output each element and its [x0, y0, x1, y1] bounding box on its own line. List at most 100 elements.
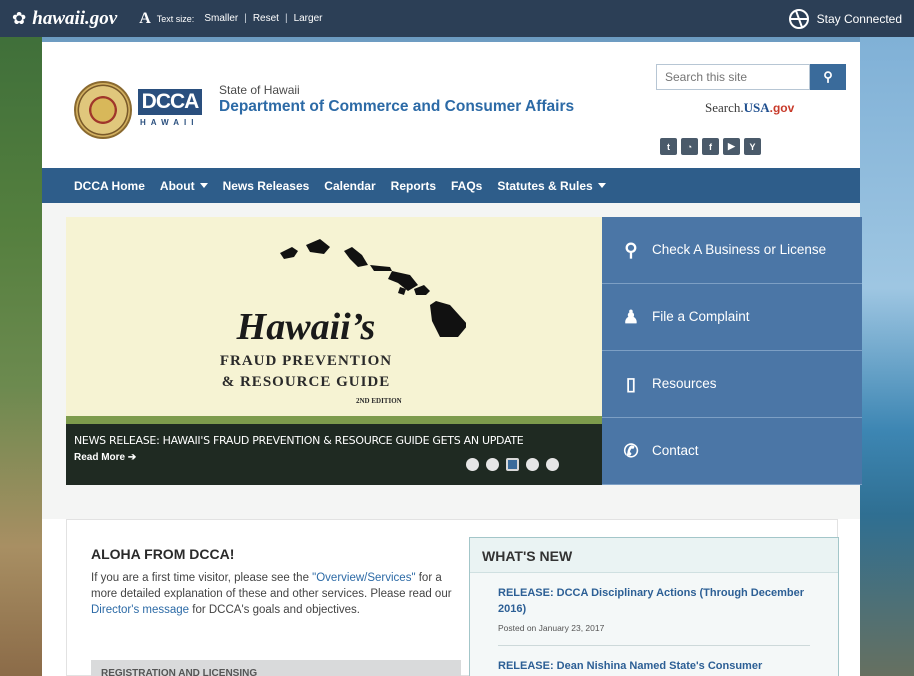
- quicklink-label: Contact: [652, 443, 699, 458]
- read-more-label: Read More: [74, 452, 126, 463]
- news-item-title-link[interactable]: RELEASE: Dean Nishina Named State's Cons…: [498, 658, 810, 674]
- page-container: DCCA HAWAII State of Hawaii Department o…: [42, 42, 862, 676]
- text-smaller-link[interactable]: Smaller: [204, 13, 238, 24]
- news-slider[interactable]: Hawaii’s FRAUD PREVENTION & RESOURCE GUI…: [66, 217, 603, 485]
- text-size-controls: A Text size: Smaller | Reset | Larger: [139, 10, 322, 28]
- quicklink-file-complaint[interactable]: ♟ File a Complaint: [602, 284, 862, 351]
- text-size-icon: A: [139, 9, 151, 27]
- directors-message-link[interactable]: Director's message: [91, 604, 189, 616]
- news-item-date: Posted on January 23, 2017: [498, 623, 605, 633]
- search-usa-prefix: Search.: [705, 100, 744, 115]
- site-search: ⚲: [656, 64, 846, 90]
- slider-dots: [466, 458, 559, 471]
- quicklink-label: File a Complaint: [652, 309, 750, 324]
- hero-section: Hawaii’s FRAUD PREVENTION & RESOURCE GUI…: [42, 203, 862, 519]
- search-icon: ⚲: [823, 69, 833, 84]
- gov-top-bar: ✿ hawaii.gov A Text size: Smaller | Rese…: [0, 0, 914, 37]
- main-nav: DCCA Home About News Releases Calendar R…: [42, 168, 860, 203]
- overview-services-link[interactable]: "Overview/Services": [312, 572, 415, 584]
- slide-caption: NEWS RELEASE: HAWAII'S FRAUD PREVENTION …: [66, 424, 603, 485]
- background-scenery-left: [0, 30, 42, 676]
- slider-dot[interactable]: [466, 458, 479, 471]
- content-section: ALOHA FROM DCCA! If you are a first time…: [66, 519, 839, 676]
- nav-calendar[interactable]: Calendar: [324, 179, 375, 193]
- state-line: State of Hawaii: [219, 83, 300, 97]
- search-icon: ⚲: [624, 239, 638, 260]
- quicklink-contact[interactable]: ✆ Contact: [602, 418, 862, 485]
- slide-caption-headline: NEWS RELEASE: HAWAII'S FRAUD PREVENTION …: [74, 434, 524, 447]
- nav-news-releases[interactable]: News Releases: [223, 179, 310, 193]
- hibiscus-icon: ✿: [12, 8, 27, 28]
- text-larger-link[interactable]: Larger: [294, 13, 323, 24]
- slide-title: Hawaii’s: [236, 306, 376, 348]
- department-title[interactable]: Department of Commerce and Consumer Affa…: [219, 99, 579, 115]
- slider-dot[interactable]: [486, 458, 499, 471]
- document-icon: ▯: [626, 373, 636, 394]
- search-usa-suffix: .gov: [769, 101, 795, 115]
- separator: |: [244, 13, 247, 24]
- quicklink-resources[interactable]: ▯ Resources: [602, 351, 862, 418]
- nav-dcca-home[interactable]: DCCA Home: [74, 179, 145, 193]
- youtube-icon[interactable]: Y: [744, 138, 761, 155]
- nav-statutes-rules[interactable]: Statutes & Rules: [497, 178, 606, 193]
- hawaii-gov-name: hawaii.gov: [32, 7, 118, 29]
- stay-connected-link[interactable]: Stay Connected: [788, 8, 902, 29]
- dcca-logo-text: DCCA: [138, 89, 202, 115]
- text-size-label: Text size:: [156, 13, 195, 24]
- background-scenery-right: [860, 30, 914, 676]
- nav-about[interactable]: About: [160, 179, 208, 193]
- search-usa-mid: USA: [743, 100, 770, 115]
- whats-new-panel: WHAT'S NEW RELEASE: DCCA Disciplinary Ac…: [469, 537, 839, 676]
- globe-icon: [788, 8, 809, 29]
- quicklink-label: Resources: [652, 376, 717, 391]
- people-icon: ♟: [622, 306, 640, 327]
- slide-subtitle-1: FRAUD PREVENTION: [219, 353, 393, 369]
- slider-dot[interactable]: [526, 458, 539, 471]
- quicklink-check-business[interactable]: ⚲ Check A Business or License: [602, 217, 862, 284]
- aloha-text-3: for DCCA's goals and objectives.: [189, 604, 361, 616]
- news-item-title-link[interactable]: RELEASE: DCCA Disciplinary Actions (Thro…: [498, 585, 810, 617]
- state-seal-logo[interactable]: [74, 81, 132, 139]
- slider-dot[interactable]: [546, 458, 559, 471]
- dcca-logo[interactable]: DCCA HAWAII: [138, 89, 202, 127]
- nav-faqs[interactable]: FAQs: [451, 179, 482, 193]
- nav-label: DCCA Home: [74, 178, 145, 193]
- read-more-link[interactable]: Read More ➔: [74, 452, 136, 463]
- phone-icon: ✆: [623, 440, 639, 461]
- nav-reports[interactable]: Reports: [391, 179, 436, 193]
- caret-down-icon: [199, 183, 208, 188]
- arrow-right-icon: ➔: [127, 452, 137, 463]
- registration-licensing-accordion[interactable]: REGISTRATION AND LICENSING: [91, 660, 461, 676]
- nav-label: Calendar: [324, 178, 376, 193]
- hawaii-gov-logo[interactable]: ✿ hawaii.gov: [12, 8, 117, 30]
- slide-subtitle-2: & RESOURCE GUIDE: [221, 374, 391, 390]
- facebook-icon[interactable]: f: [702, 138, 719, 155]
- aloha-paragraph: If you are a first time visitor, please …: [91, 570, 461, 618]
- caret-down-icon: [597, 183, 606, 188]
- aloha-text-1: If you are a first time visitor, please …: [91, 572, 313, 584]
- slider-dot-active[interactable]: [506, 458, 519, 471]
- nav-label: News Releases: [222, 178, 310, 193]
- text-reset-link[interactable]: Reset: [253, 13, 279, 24]
- nav-label: Statutes & Rules: [497, 178, 593, 193]
- rss-icon[interactable]: ◔: [681, 138, 698, 155]
- aloha-section: ALOHA FROM DCCA! If you are a first time…: [91, 546, 461, 618]
- quick-links: ⚲ Check A Business or License ♟ File a C…: [602, 217, 862, 485]
- whats-new-heading: WHAT'S NEW: [470, 538, 838, 573]
- nav-label: Reports: [390, 178, 436, 193]
- search-input[interactable]: [656, 64, 810, 90]
- social-icons: t ◔ f ▶ Y: [660, 138, 761, 155]
- separator: |: [284, 13, 288, 24]
- search-button[interactable]: ⚲: [810, 64, 846, 90]
- dcca-logo-subtext: HAWAII: [140, 118, 199, 127]
- search-usa-logo[interactable]: Search.USA.gov: [705, 100, 794, 116]
- site-header: DCCA HAWAII State of Hawaii Department o…: [42, 42, 860, 168]
- nav-label: About: [159, 178, 195, 193]
- video-icon[interactable]: ▶: [723, 138, 740, 155]
- aloha-heading: ALOHA FROM DCCA!: [91, 546, 235, 562]
- quicklink-label: Check A Business or License: [652, 242, 827, 257]
- news-item: RELEASE: DCCA Disciplinary Actions (Thro…: [470, 573, 838, 633]
- twitter-icon[interactable]: t: [660, 138, 677, 155]
- slide-band: [66, 416, 603, 424]
- slide-edition: 2ND EDITION: [356, 397, 402, 405]
